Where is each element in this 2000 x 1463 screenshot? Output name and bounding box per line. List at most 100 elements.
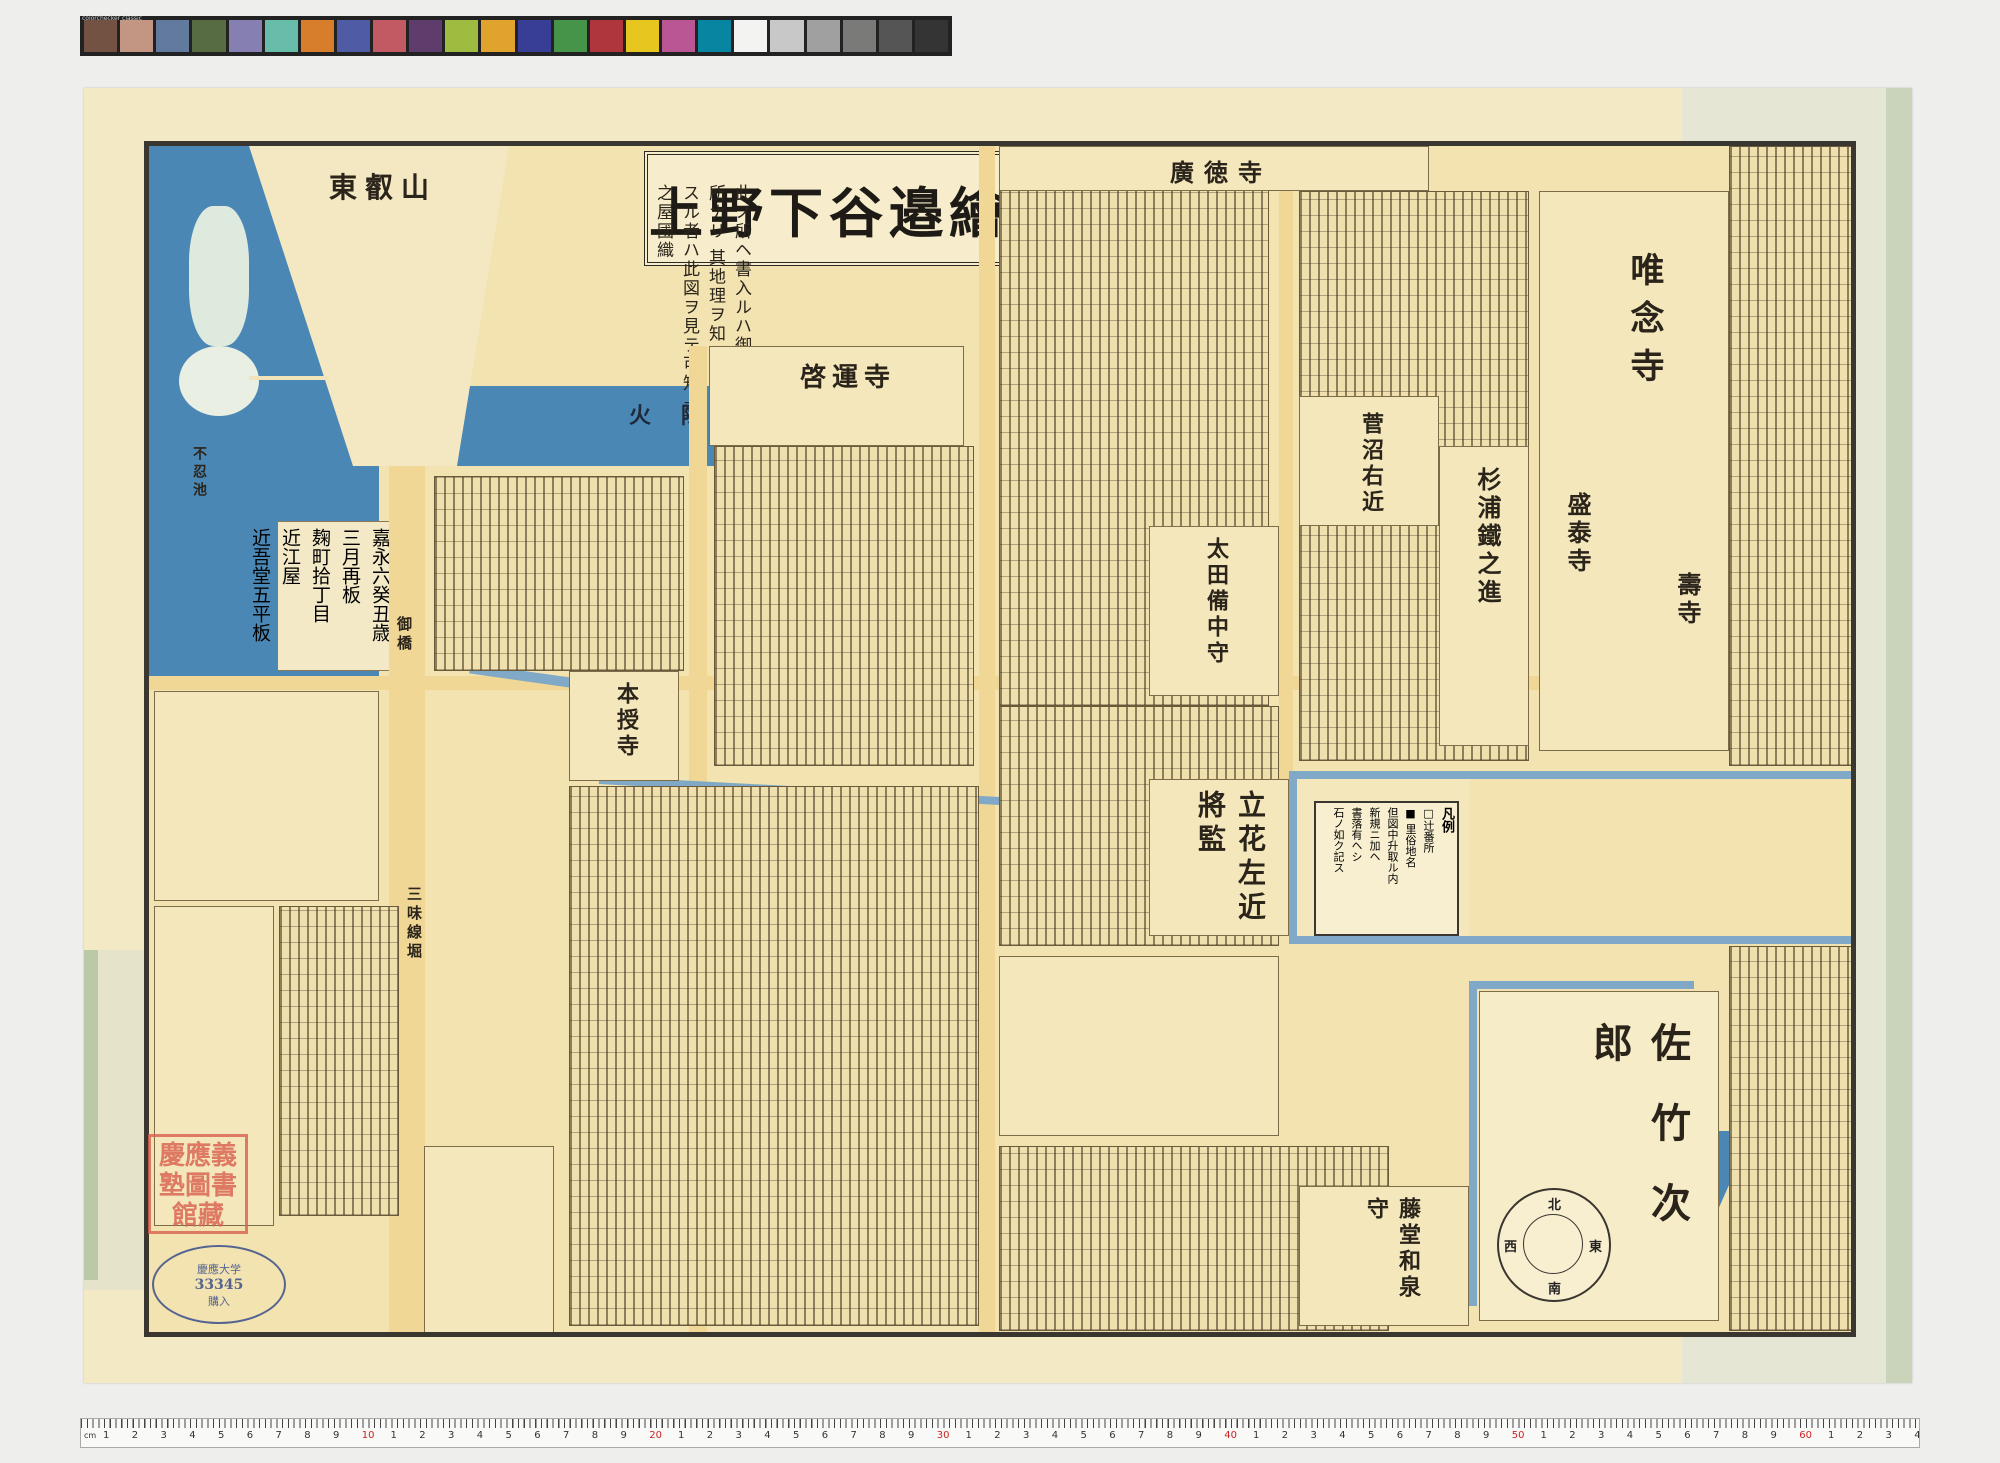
legend-item: ■ 里俗地名 bbox=[1404, 807, 1417, 868]
color-swatch bbox=[806, 20, 840, 52]
publisher-address: 麹町拾丁目 bbox=[309, 528, 331, 623]
estate-block: 藤堂和泉守 bbox=[1299, 1186, 1469, 1326]
ruler-label: 7 bbox=[1713, 1430, 1720, 1441]
ruler-label: 7 bbox=[1138, 1430, 1145, 1441]
ruler-label: 5 bbox=[1368, 1430, 1375, 1441]
color-swatch bbox=[336, 20, 370, 52]
ruler-label: 5 bbox=[1080, 1430, 1087, 1441]
ruler-label: 9 bbox=[1770, 1430, 1777, 1441]
estate-block: 菅沼右近 bbox=[1299, 396, 1439, 526]
color-swatch bbox=[84, 20, 118, 52]
town-block bbox=[434, 476, 684, 671]
color-swatch bbox=[878, 20, 912, 52]
temple-block: 啓運寺 bbox=[709, 346, 964, 446]
ruler-label: 2 bbox=[419, 1430, 426, 1441]
publisher-month: 三月再板 bbox=[339, 528, 361, 604]
estate-block: 立花左近將監 bbox=[1149, 779, 1289, 936]
temple-4-label: 唯念寺 bbox=[1624, 252, 1664, 396]
ruler-label: 3 bbox=[1885, 1430, 1892, 1441]
temple-block: 唯念寺 盛泰寺 壽寺 bbox=[1539, 191, 1729, 751]
street-v3 bbox=[979, 146, 995, 1332]
ruler-label: 8 bbox=[1454, 1430, 1461, 1441]
ruler-label: 2 bbox=[1569, 1430, 1576, 1441]
ruler-label: 7 bbox=[1425, 1430, 1432, 1441]
estate-block: 太田備中守 bbox=[1149, 526, 1279, 696]
acquisition-stamp-line3: 購入 bbox=[208, 1294, 230, 1308]
ruler-label: 5 bbox=[793, 1430, 800, 1441]
ruler-label: 1 bbox=[1540, 1430, 1547, 1441]
ruler-label: 2 bbox=[1281, 1430, 1289, 1441]
compass-inner-ring bbox=[1523, 1214, 1583, 1274]
ruler-label: 10 bbox=[361, 1430, 375, 1441]
ruler-label: 9 bbox=[908, 1430, 915, 1441]
ruler-label: 6 bbox=[1109, 1430, 1116, 1441]
temple-5-label: 壽寺 bbox=[1673, 572, 1702, 628]
ruler-label: 1 bbox=[678, 1430, 685, 1441]
legend-item: 石ノ如ク記ス bbox=[1332, 807, 1345, 873]
ruler-numbers: 1 2 3 4 5 6 7 8 9 10 1 2 3 4 5 6 7 8 9 20 1 2 3 4 5 6 7 8 9 30 1 2 3 4 5 6 7… bbox=[81, 1430, 1919, 1444]
ruler-label: 6 bbox=[246, 1430, 254, 1441]
publisher-shop: 近江屋 bbox=[279, 528, 301, 585]
ruler-label: 4 bbox=[189, 1430, 196, 1441]
library-seal: 慶應義塾圖書館藏 bbox=[148, 1134, 248, 1234]
estate-block bbox=[424, 1146, 554, 1332]
estate-block: 杉浦鐵之進 bbox=[1439, 446, 1529, 746]
ruler-label: 2 bbox=[131, 1430, 139, 1441]
ruler-label: 9 bbox=[333, 1430, 340, 1441]
town-block bbox=[1729, 146, 1851, 766]
ruler-label: 5 bbox=[1655, 1430, 1662, 1441]
color-swatch bbox=[409, 20, 443, 52]
color-swatch bbox=[192, 20, 226, 52]
color-swatch bbox=[625, 20, 659, 52]
canal-5 bbox=[1289, 936, 1851, 944]
estate-2-label: 立花左近將監 bbox=[1194, 790, 1267, 926]
town-block bbox=[279, 906, 399, 1216]
estate-block bbox=[999, 956, 1279, 1136]
ruler-label: 6 bbox=[821, 1430, 829, 1441]
ruler-label: 2 bbox=[1856, 1430, 1864, 1441]
ruler-label: 1 bbox=[965, 1430, 972, 1441]
scale-ruler: cm 1 2 3 4 5 6 7 8 9 10 1 2 3 4 5 6 7 8 9 20 1 2 3 4 5 6 7 8 9 30 1 2 3 4… bbox=[80, 1418, 1920, 1448]
canal-4 bbox=[1289, 771, 1297, 941]
estate-block bbox=[154, 691, 379, 901]
ruler-label: 4 bbox=[1914, 1430, 1920, 1441]
ruler-label: 7 bbox=[563, 1430, 570, 1441]
temple-6-label: 盛泰寺 bbox=[1563, 492, 1592, 576]
ruler-label: 3 bbox=[1310, 1430, 1317, 1441]
color-checker-strip bbox=[80, 16, 952, 56]
ruler-label: 1 bbox=[1253, 1430, 1260, 1441]
ruler-label: 8 bbox=[1166, 1430, 1174, 1441]
bentendo-island bbox=[179, 346, 259, 416]
ruler-label: 8 bbox=[304, 1430, 311, 1441]
ruler-label: 8 bbox=[1741, 1430, 1749, 1441]
pond-island bbox=[189, 206, 249, 346]
ruler-label: 4 bbox=[1339, 1430, 1346, 1441]
temple-1-label: 啓運寺 bbox=[800, 363, 897, 393]
street-v4 bbox=[1279, 146, 1293, 786]
legend-item: □辻番所 bbox=[1422, 807, 1435, 853]
color-swatch bbox=[914, 20, 948, 52]
publisher-name: 近吾堂五平板 bbox=[249, 528, 271, 642]
color-swatch bbox=[120, 20, 154, 52]
ruler-label: 6 bbox=[1684, 1430, 1691, 1441]
compass-east: 東 bbox=[1589, 1240, 1603, 1255]
temple-block: 廣徳寺 bbox=[999, 146, 1429, 191]
legend-title: 凡例 bbox=[1439, 807, 1454, 833]
ruler-label: 1 bbox=[1828, 1430, 1835, 1441]
temple-3-label: 本授寺 bbox=[613, 682, 639, 760]
ruler-ticks bbox=[81, 1419, 1919, 1428]
map-frame: 東叡山 不忍池 嘉永六癸丑歳 三月再板 麹町拾丁目 近江屋 近吾堂五平板 上野下… bbox=[144, 141, 1856, 1337]
ruler-label: 9 bbox=[1483, 1430, 1490, 1441]
color-swatch bbox=[698, 20, 732, 52]
color-swatch bbox=[228, 20, 262, 52]
estate-3-label: 藤堂和泉守 bbox=[1363, 1197, 1421, 1301]
mountain-label: 東叡山 bbox=[329, 171, 438, 204]
ruler-label: 4 bbox=[1626, 1430, 1634, 1441]
legend-item: 書落有ヘシ bbox=[1350, 807, 1363, 862]
pond-label: 不忍池 bbox=[191, 446, 207, 500]
legend-item: 但図中升取ル内 bbox=[1386, 807, 1399, 884]
ruler-label: 6 bbox=[534, 1430, 541, 1441]
canal-7 bbox=[1469, 981, 1694, 989]
ruler-label: 7 bbox=[275, 1430, 282, 1441]
estate-5-label: 菅沼右近 bbox=[1358, 412, 1384, 516]
